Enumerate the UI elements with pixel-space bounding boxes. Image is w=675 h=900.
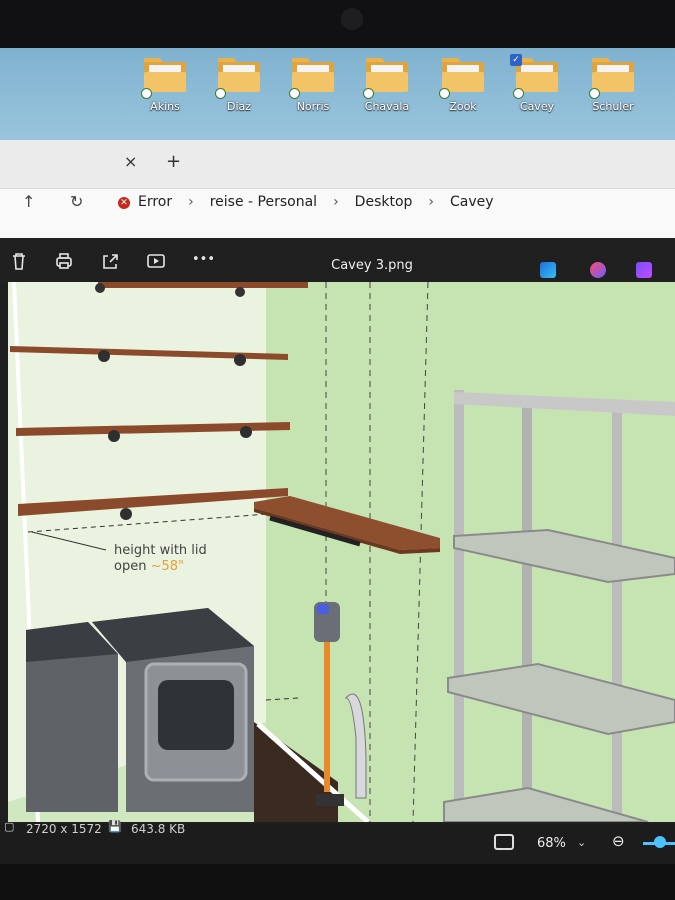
room-rendering: height with lid open ~58" [8,282,675,822]
tab-strip: × + [0,140,675,188]
folder-icon [141,58,186,99]
shelf-bracket [234,354,246,366]
shelf-bracket [235,287,245,297]
annotation-text-line2: open ~58" [114,559,184,574]
folder-label: Chavala [364,100,410,113]
viewer-toolbar: ••• Cavey 3.png [0,238,675,284]
folder-icon [215,58,260,99]
vacuum-head [316,794,344,806]
breadcrumb: ✕ Error › reise - Personal › Desktop › Cavey [118,194,494,210]
rack-post [454,390,464,822]
folder-schuler[interactable]: Schuler [586,58,640,113]
folder-icon [589,58,634,99]
dryer-window [158,680,234,750]
zoom-level[interactable]: 68% [537,836,566,851]
folder-label: Cavey [519,100,555,113]
clipchamp-icon[interactable] [636,262,652,278]
file-size-icon: 💾 [108,820,122,833]
viewer-status-bar: ▢ 2720 x 1572 💾 643.8 KB 68% ⌄ ⊖ [0,820,675,864]
up-arrow-icon[interactable]: ↑ [22,192,35,211]
folder-cavey[interactable]: ✓ Cavey [510,54,564,113]
annotation-text-line1: height with lid [114,543,207,558]
zoom-slider-thumb[interactable] [654,836,666,848]
vacuum-cap [317,604,329,614]
breadcrumb-desktop[interactable]: Desktop [355,194,413,210]
breadcrumb-cavey[interactable]: Cavey [450,194,494,210]
folder-icon [289,58,334,99]
fit-to-window-icon[interactable] [494,834,514,850]
folder-label: Schuler [592,100,634,113]
rack-post [522,402,532,822]
folder-label: Diaz [226,100,252,113]
new-tab-icon[interactable]: + [166,151,181,172]
refresh-icon[interactable]: ↻ [70,192,83,211]
screen-bezel-bottom [0,864,675,900]
dimensions-icon: ▢ [4,820,15,833]
shelf-bracket [108,430,120,442]
image-canvas: height with lid open ~58" [8,282,675,822]
selection-checkbox-icon[interactable]: ✓ [510,54,522,66]
breadcrumb-error[interactable]: Error [138,194,172,210]
desktop-area: Akins Diaz Norris Chavala Zook ✓ Cavey S… [0,48,675,148]
shelf-bracket [120,508,132,520]
folder-icon: ✓ [510,54,558,99]
zoom-out-icon[interactable]: ⊖ [612,832,625,850]
folder-icon [363,58,408,99]
folder-label: Norris [296,100,330,113]
file-explorer-window: × + ↑ ↻ ✕ Error › reise - Personal › Desktop ›… [0,140,675,241]
breadcrumb-personal[interactable]: reise - Personal [210,194,317,210]
shelf-bracket [98,350,110,362]
image-dimensions: 2720 x 1572 [26,822,102,836]
screen-bezel [0,0,675,52]
file-size: 643.8 KB [131,822,186,836]
folder-norris[interactable]: Norris [286,58,340,113]
chevron-right-icon: › [428,194,435,210]
folder-zook[interactable]: Zook [436,58,490,113]
webcam [341,8,363,30]
creative-app-icon[interactable] [590,262,606,278]
error-icon: ✕ [118,197,130,209]
shelf-bracket [240,426,252,438]
chevron-right-icon: › [188,194,194,210]
chevron-down-icon[interactable]: ⌄ [577,836,586,849]
folder-akins[interactable]: Akins [138,58,192,113]
folder-diaz[interactable]: Diaz [212,58,266,113]
rack-post [612,406,622,822]
shelf-bracket [95,283,105,293]
folder-label: Akins [150,100,180,113]
close-tab-icon[interactable]: × [124,152,137,171]
chevron-right-icon: › [333,194,339,210]
shelf-top [98,282,308,288]
folder-chavala[interactable]: Chavala [360,58,414,113]
folder-label: Zook [449,100,477,113]
folder-icon [439,58,484,99]
edit-app-icon[interactable] [540,262,556,278]
image-title: Cavey 3.png [331,258,413,273]
